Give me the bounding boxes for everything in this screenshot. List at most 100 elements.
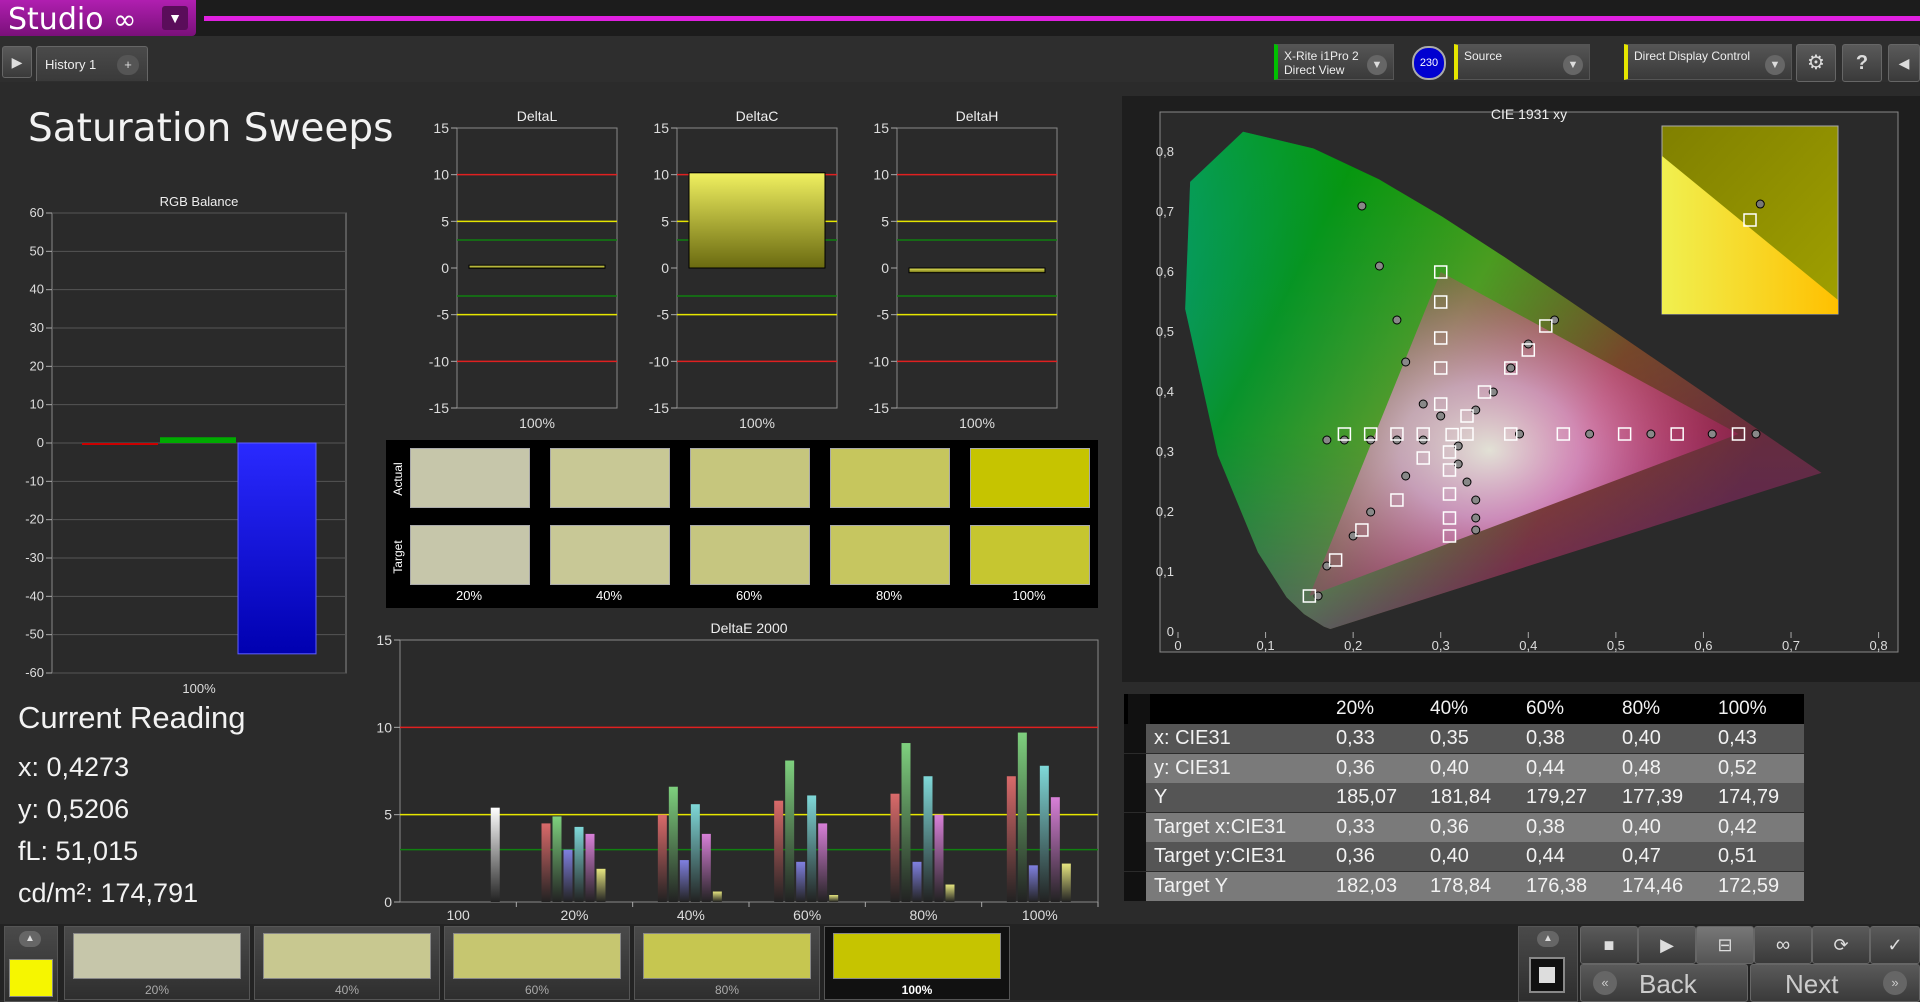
cie-x-tick-label: 0,8 (1870, 638, 1888, 653)
deltae-bar (901, 743, 911, 902)
source-dropdown[interactable]: Source ▼ (1454, 44, 1590, 80)
row-marker (1124, 842, 1146, 871)
collapse-panel-button[interactable]: ◀ (1888, 44, 1920, 82)
step-swatch-button[interactable]: 80% (634, 926, 820, 1000)
table-cell: 185,07 (1336, 786, 1398, 808)
refresh-icon[interactable]: ⟳ (1812, 926, 1870, 964)
table-cell: 0,40 (1622, 727, 1661, 749)
deltae-bar (1039, 765, 1049, 902)
target-swatch (410, 525, 530, 585)
tab-history-1-label: History 1 (45, 57, 97, 72)
tab-history-1[interactable]: History 1 + (36, 46, 148, 81)
current-color-swatch (9, 959, 53, 997)
swatch-label: 100% (1012, 588, 1046, 603)
table-cell: 0,33 (1336, 727, 1375, 749)
step-swatch-color (73, 933, 241, 979)
table-header-cell: 100% (1718, 698, 1767, 719)
cie-y-tick-label: 0,4 (1156, 384, 1174, 399)
cie-y-tick-label: 0,5 (1156, 324, 1174, 339)
deltae-bar (796, 861, 806, 902)
table-row-label: Target x:CIE31 (1154, 815, 1287, 838)
step-swatch-label: 40% (334, 983, 360, 997)
step-swatch-button[interactable]: 60% (444, 926, 630, 1000)
swatch-label: 60% (735, 588, 763, 603)
actual-point (1401, 357, 1411, 367)
table-cell: 179,27 (1526, 786, 1588, 808)
swatch-label: 40% (595, 588, 623, 603)
cie-x-tick-label: 0,1 (1257, 638, 1275, 653)
rgb-x-label: 100% (182, 681, 216, 695)
table-row: x: CIE31 0,33 0,35 0,38 0,40 0,43 (1124, 724, 1804, 753)
table-cell: 0,36 (1336, 756, 1375, 779)
delta-tick-label: 0 (881, 260, 889, 276)
table-header-cell: 80% (1622, 698, 1661, 719)
checkmark-icon[interactable]: ✓ (1870, 926, 1920, 964)
deltae-bar (807, 795, 817, 902)
step-swatch-button[interactable]: 20% (64, 926, 250, 1000)
delta-bar (688, 172, 826, 269)
hold-icon[interactable]: ⊟ (1696, 926, 1754, 964)
deltae-tick-label: 10 (376, 719, 392, 735)
next-button-label: Next (1785, 969, 1839, 999)
cie-y-tick-label: 0,8 (1156, 144, 1174, 159)
app-logo[interactable]: Studio ∞ ▼ (0, 0, 196, 37)
target-swatch (970, 525, 1090, 585)
help-icon[interactable]: ? (1842, 44, 1882, 82)
app-menu-dropdown-icon[interactable]: ▼ (162, 6, 188, 30)
table-row: y: CIE31 0,36 0,40 0,44 0,48 0,52 (1124, 753, 1804, 783)
deltae-tick-label: 15 (376, 632, 392, 648)
stop-icon[interactable]: ■ (1580, 926, 1638, 964)
table-cell: 0,36 (1430, 815, 1469, 838)
table-row-label: y: CIE31 (1154, 756, 1231, 779)
chevron-up-icon[interactable]: ▲ (19, 931, 41, 947)
cie-x-tick-label: 0 (1174, 638, 1181, 653)
deltae-bar (712, 891, 722, 902)
probe-badge[interactable]: 230 (1412, 46, 1446, 80)
table-cell: 0,40 (1430, 756, 1469, 779)
deltae-bar (829, 895, 839, 902)
delta-tick-label: 0 (661, 260, 669, 276)
inset-actual-point (1755, 199, 1765, 209)
deltae-category-label: 40% (677, 907, 705, 922)
back-button[interactable]: « Back (1580, 964, 1748, 1002)
table-cell: 174,79 (1718, 786, 1780, 808)
step-swatch-button[interactable]: 100% (824, 926, 1010, 1000)
display-control-dropdown[interactable]: Direct Display Control ▼ (1624, 44, 1792, 80)
next-button[interactable]: Next » (1750, 964, 1920, 1002)
cie-x-tick-label: 0,5 (1607, 638, 1625, 653)
rgb-bar-green (160, 437, 236, 443)
actual-point (1322, 435, 1332, 445)
delta-tick-label: -10 (649, 353, 669, 369)
rgb-tick-label: 30 (30, 320, 44, 335)
table-cell: 0,51 (1718, 845, 1757, 867)
step-swatch-button[interactable]: 40% (254, 926, 440, 1000)
rgb-tick-label: 50 (30, 243, 44, 258)
probe-dropdown[interactable]: X-Rite i1Pro 2 Direct View ▼ (1274, 44, 1394, 80)
chevron-up-icon[interactable]: ▲ (1537, 931, 1559, 947)
deltae-bar (1050, 797, 1060, 902)
cie-title: CIE 1931 xy (1491, 106, 1567, 122)
current-color-panel[interactable]: ▲ (4, 926, 58, 1002)
expand-panel-button[interactable]: ▶ (2, 46, 32, 78)
play-icon[interactable]: ▶ (1638, 926, 1696, 964)
table-row-label: Target Y (1154, 874, 1229, 897)
rgb-tick-label: 10 (30, 397, 44, 412)
table-row-label: Y (1154, 786, 1168, 808)
actual-point (1392, 315, 1402, 325)
deltae-bar (668, 786, 678, 902)
delta-x-label: 100% (739, 415, 775, 431)
swatch-label: 20% (455, 588, 483, 603)
deltae-bar (596, 868, 606, 902)
delta-chart-title: DeltaC (736, 108, 779, 124)
stop-record-button[interactable] (1529, 957, 1565, 993)
loop-icon[interactable]: ∞ (1754, 926, 1812, 964)
delta-tick-label: 10 (653, 167, 669, 183)
rgb-tick-label: 20 (30, 358, 44, 373)
cie-y-tick-label: 0 (1167, 624, 1174, 639)
table-cell: 0,43 (1718, 727, 1757, 749)
add-tab-button[interactable]: + (117, 55, 139, 75)
table-header-cell: 60% (1526, 698, 1565, 719)
gear-icon[interactable]: ⚙ (1796, 44, 1836, 82)
delta-chart-title: DeltaH (956, 108, 999, 124)
deltae-plot-area (399, 639, 1099, 903)
